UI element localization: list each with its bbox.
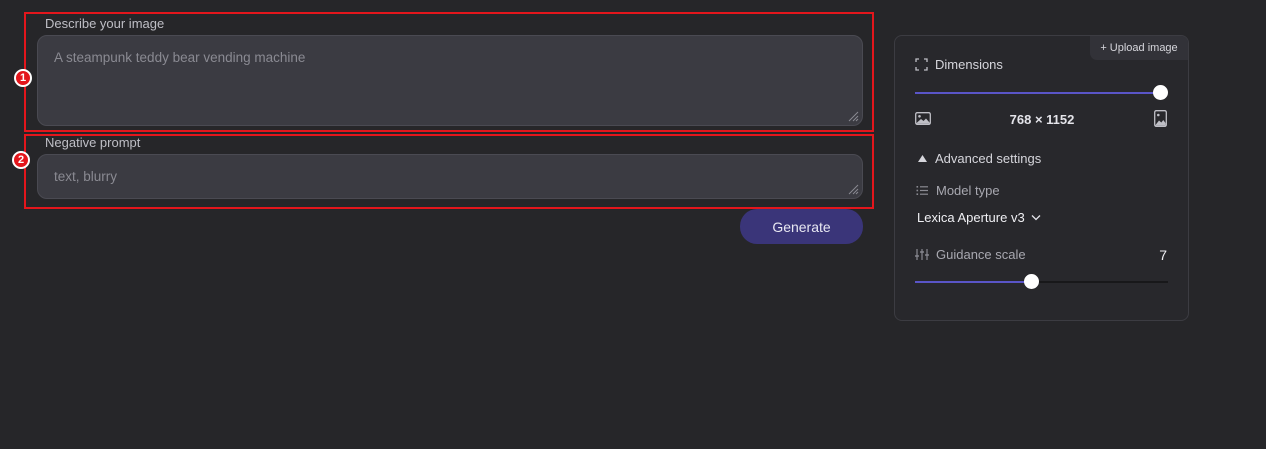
prompt-placeholder: A steampunk teddy bear vending machine [54, 50, 306, 65]
dimensions-slider[interactable] [915, 85, 1168, 100]
dimensions-slider-thumb[interactable] [1153, 85, 1168, 100]
landscape-image-icon[interactable] [915, 112, 931, 125]
portrait-image-icon[interactable] [1154, 110, 1167, 127]
triangle-up-icon [918, 155, 927, 162]
sliders-icon [915, 249, 929, 260]
resize-grip-icon[interactable] [847, 110, 859, 122]
guidance-scale-slider[interactable] [915, 274, 1168, 289]
guidance-scale-value: 7 [1159, 247, 1167, 263]
guidance-scale-slider-thumb[interactable] [1023, 274, 1039, 289]
advanced-settings-label: Advanced settings [935, 151, 1042, 166]
generate-button[interactable]: Generate [740, 209, 863, 244]
negative-prompt-label: Negative prompt [45, 135, 141, 150]
prompt-label: Describe your image [45, 16, 165, 31]
generator-page: 1 Describe your image A steampunk teddy … [0, 0, 1266, 449]
dimensions-value: 768 × 1152 [1009, 112, 1075, 127]
annotation-badge-1: 1 [14, 69, 32, 87]
negative-prompt-textarea[interactable]: text, blurry [37, 154, 863, 199]
guidance-scale-slider-fill [915, 281, 1032, 283]
resize-grip-icon[interactable] [847, 183, 859, 195]
upload-image-button[interactable]: + Upload image [1090, 36, 1188, 60]
dimensions-label: Dimensions [935, 57, 1003, 72]
guidance-scale-label: Guidance scale [936, 247, 1026, 262]
negative-prompt-placeholder: text, blurry [54, 169, 118, 184]
model-type-label: Model type [936, 183, 1000, 198]
model-type-select[interactable]: Lexica Aperture v3 [917, 210, 1041, 225]
dimensions-slider-fill [915, 92, 1161, 94]
settings-panel [894, 35, 1189, 321]
list-icon [916, 186, 928, 195]
advanced-settings-toggle[interactable]: Advanced settings [917, 151, 1041, 166]
prompt-textarea[interactable]: A steampunk teddy bear vending machine [37, 35, 863, 126]
model-type-value: Lexica Aperture v3 [917, 210, 1025, 225]
model-type-header: Model type [916, 183, 1000, 198]
annotation-badge-2: 2 [12, 151, 30, 169]
guidance-scale-header: Guidance scale [915, 247, 1026, 262]
dimensions-header: Dimensions [915, 57, 1003, 72]
expand-icon [915, 58, 928, 71]
chevron-down-icon [1031, 215, 1041, 221]
